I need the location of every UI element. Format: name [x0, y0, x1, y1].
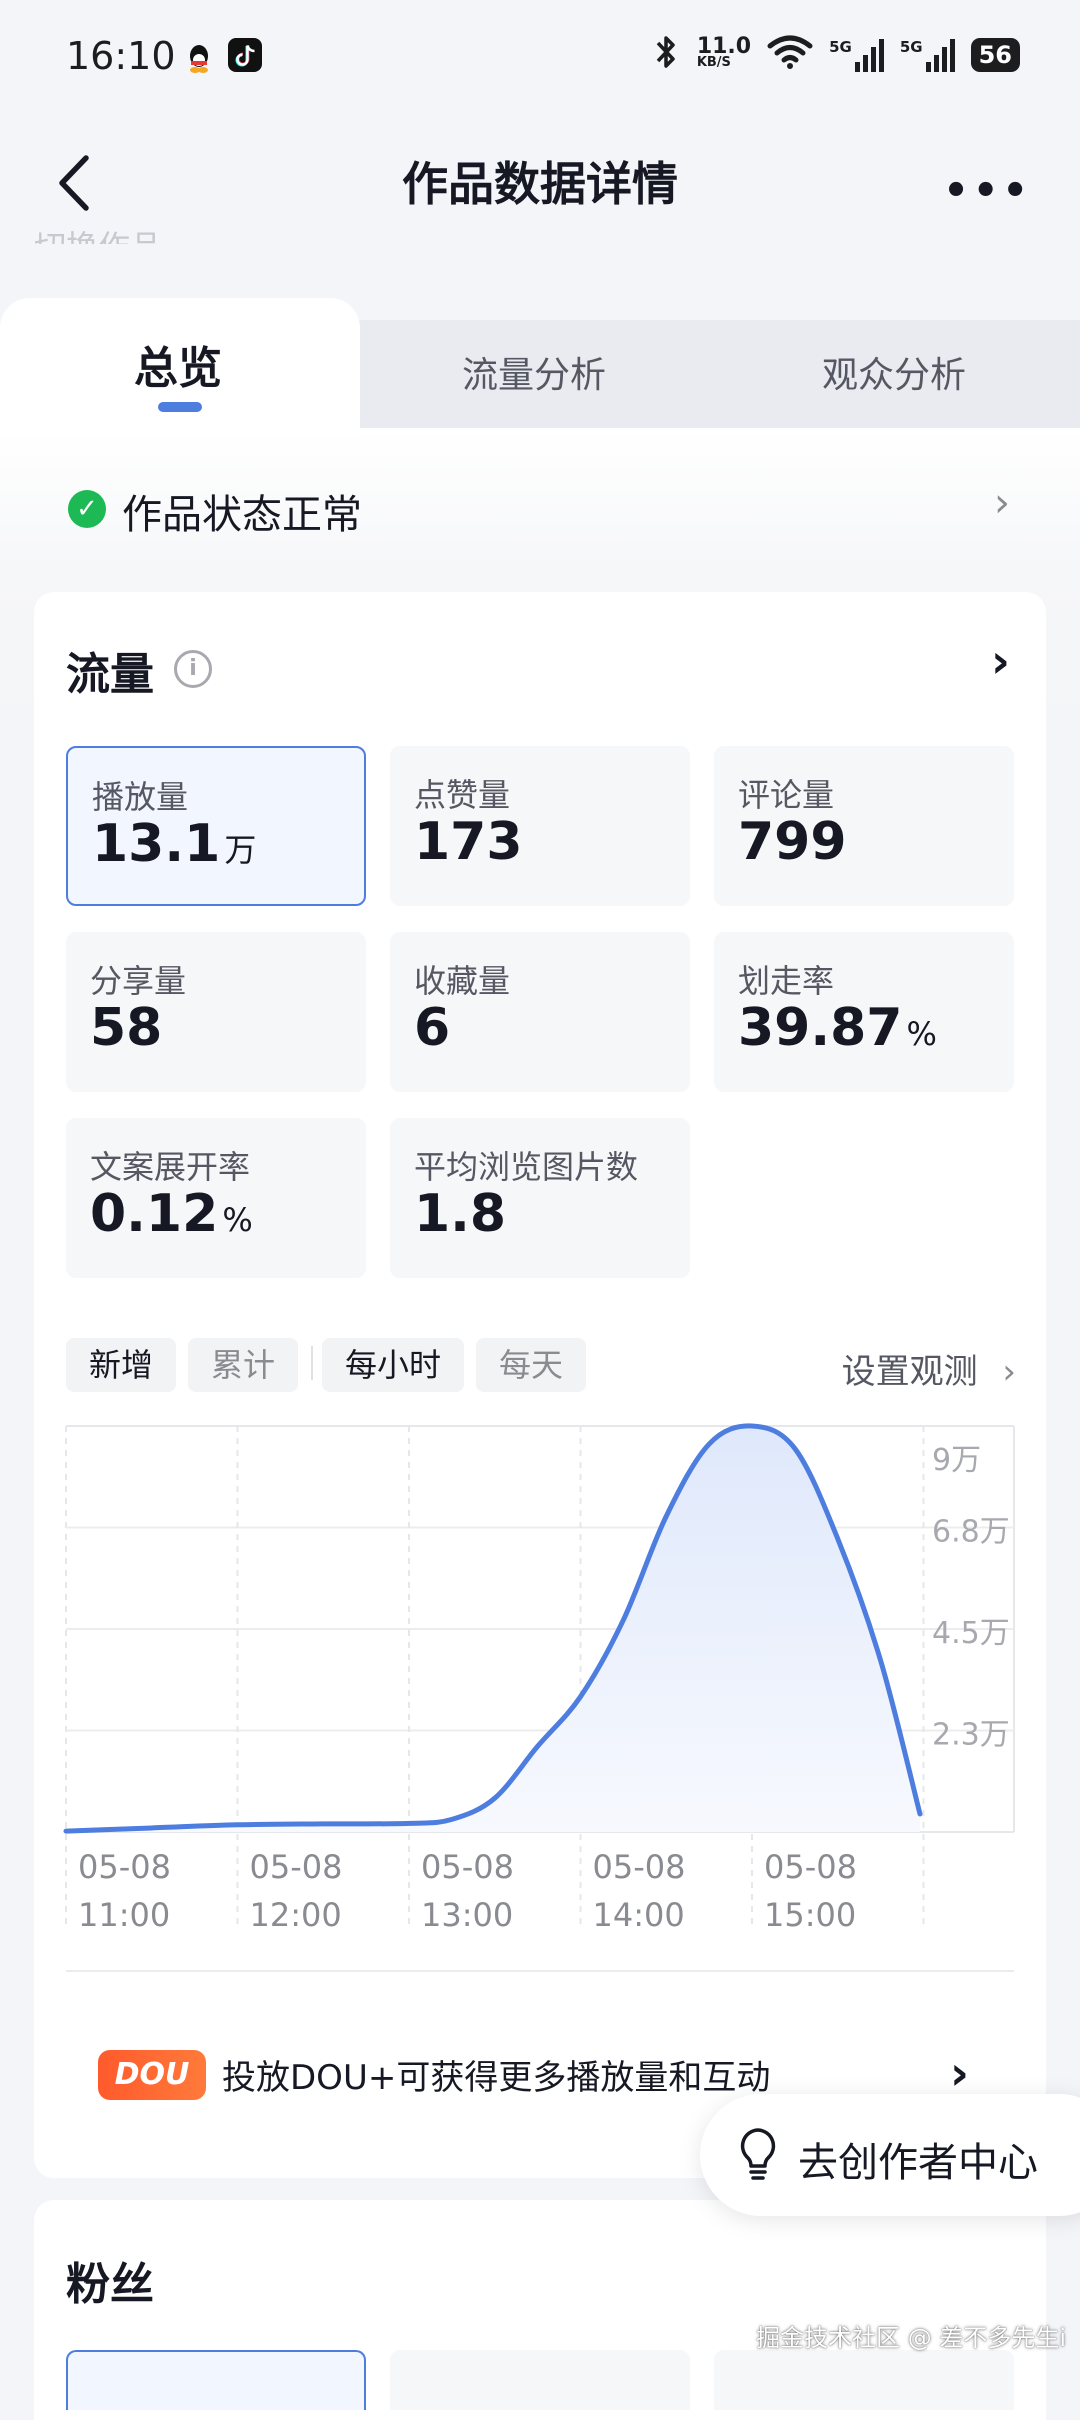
chart-x-tick-time: 12:00 [250, 1896, 342, 1934]
dou-plus-logo: DOU [98, 2050, 206, 2100]
chevron-right-icon[interactable]: › [950, 2046, 969, 2100]
fans-title: 粉丝 [66, 2259, 154, 2310]
fans-metric-tile[interactable] [66, 2350, 366, 2410]
chart-x-tick-date: 05-08 [78, 1848, 171, 1886]
creator-center-label: 去创作者中心 [798, 2140, 1038, 2186]
lightbulb-icon [736, 2126, 780, 2182]
chart-y-tick-label: 6.8万 [932, 1515, 1010, 1550]
chart-x-tick-date: 05-08 [764, 1848, 857, 1886]
divider [66, 1970, 1014, 1972]
chart-y-tick-label: 4.5万 [932, 1616, 1010, 1651]
chart-x-tick-date: 05-08 [593, 1848, 686, 1886]
chart-x-tick-time: 15:00 [764, 1896, 856, 1934]
chart-y-tick-label: 2.3万 [932, 1718, 1010, 1753]
chart-x-tick-time: 13:00 [421, 1896, 513, 1934]
fans-metric-tile[interactable] [390, 2350, 690, 2410]
fans-metric-tile[interactable] [714, 2350, 1014, 2410]
dou-plus-promo-text[interactable]: 投放DOU+可获得更多播放量和互动 [222, 2050, 770, 2099]
traffic-chart: 9万 6.8万 4.5万 2.3万 05-08 11:00 05-08 12:00 05-08 1… [63, 1423, 1015, 1934]
chart-x-tick-time: 11:00 [78, 1896, 170, 1934]
chart-x-tick-date: 05-08 [250, 1848, 343, 1886]
chart-x-tick-date: 05-08 [421, 1848, 514, 1886]
watermark: 掘金技术社区 @ 差不多先生i [756, 2324, 1066, 2352]
chart-x-tick-time: 14:00 [593, 1896, 685, 1934]
chart-y-tick-label: 9万 [932, 1443, 981, 1478]
